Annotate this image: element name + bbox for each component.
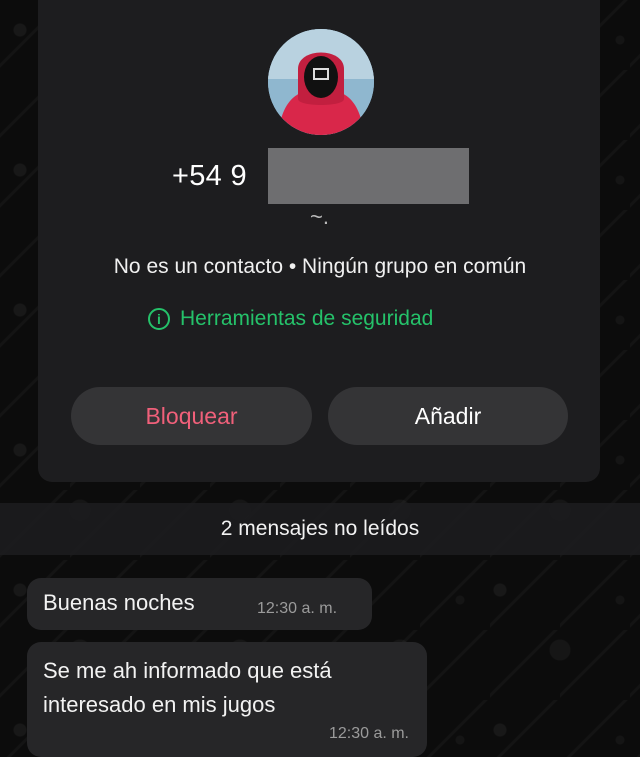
message-bubble[interactable]: Buenas noches 12:30 a. m. <box>27 578 372 630</box>
message-time: 12:30 a. m. <box>257 600 338 617</box>
message-text: Buenas noches <box>43 590 195 615</box>
avatar-image <box>268 29 374 135</box>
phone-prefix: +54 9 <box>172 159 247 192</box>
contact-about: ~. <box>310 204 329 229</box>
message-time: 12:30 a. m. <box>328 725 409 742</box>
contact-phone: +54 9 <box>172 148 469 204</box>
safety-tools-link[interactable]: i Herramientas de seguridad <box>148 307 433 331</box>
add-contact-button[interactable]: Añadir <box>328 387 568 445</box>
message-bubble[interactable]: Se me ah informado que está interesado e… <box>27 642 427 757</box>
info-circle-icon: i <box>148 308 170 330</box>
block-button[interactable]: Bloquear <box>71 387 312 445</box>
unread-messages-banner: 2 mensajes no leídos <box>0 503 640 555</box>
contact-info-line: No es un contacto • Ningún grupo en comú… <box>113 255 527 278</box>
message-text: Se me ah informado que está interesado e… <box>43 658 332 717</box>
safety-tools-label: Herramientas de seguridad <box>180 307 434 330</box>
phone-redacted-block <box>268 148 469 204</box>
contact-avatar[interactable] <box>268 29 374 135</box>
